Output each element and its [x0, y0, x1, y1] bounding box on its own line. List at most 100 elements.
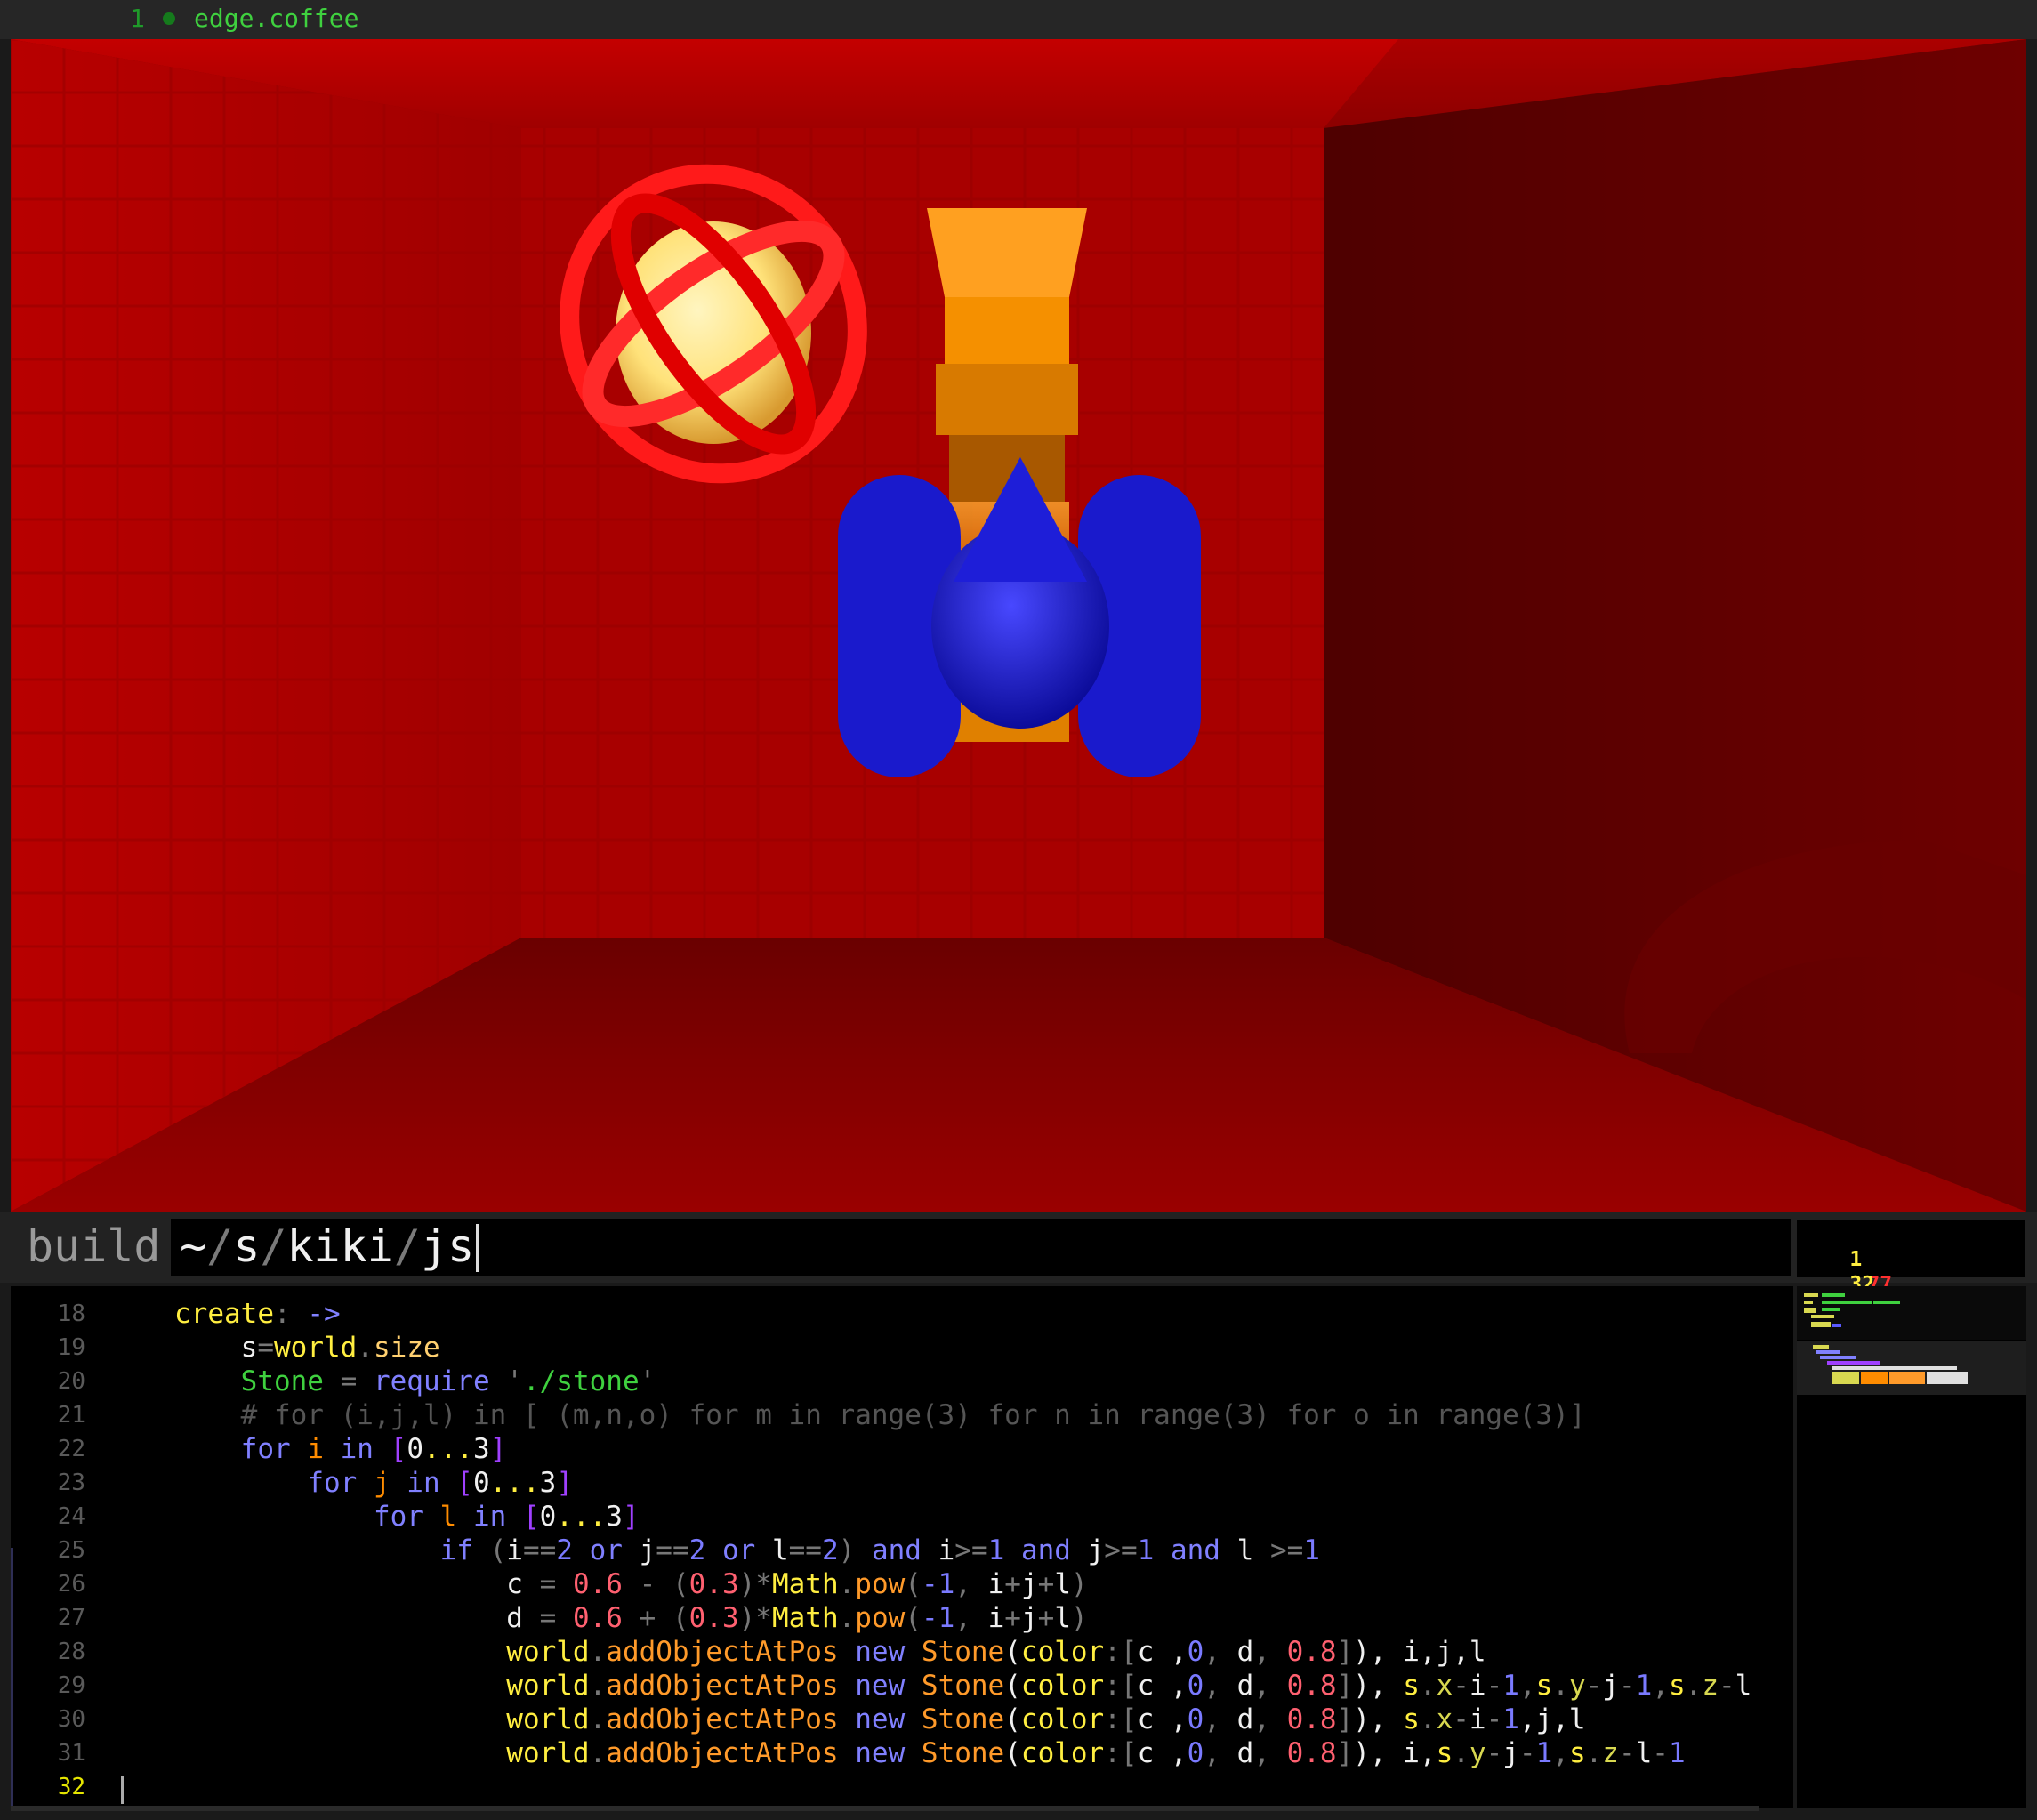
code-token: 0.6 — [572, 1602, 623, 1634]
code-token: : — [273, 1298, 308, 1330]
title-bar: 1 edge.coffee — [0, 0, 2037, 39]
line-code: world.addObjectAtPos new Stone(color:[c … — [174, 1669, 1751, 1703]
code-token: == — [656, 1534, 689, 1566]
line-number: 26 — [57, 1571, 85, 1598]
code-line[interactable]: 20 Stone = require './stone' — [11, 1365, 1793, 1398]
line-number: 30 — [57, 1706, 85, 1733]
code-line[interactable]: 30 world.addObjectAtPos new Stone(color:… — [11, 1703, 1793, 1736]
code-token: Stone — [921, 1636, 1005, 1668]
code-token: create — [174, 1298, 274, 1330]
code-token: ( — [905, 1602, 922, 1634]
line-code: world.addObjectAtPos new Stone(color:[c … — [174, 1635, 1486, 1669]
line-number: 21 — [57, 1402, 85, 1429]
code-token: + — [1037, 1568, 1055, 1600]
line-code: Stone = require './stone' — [174, 1365, 656, 1398]
path-segment: kiki — [286, 1220, 394, 1272]
code-line[interactable]: 27 d = 0.6 + (0.3)*Math.pow(-1, i+j+l) — [11, 1601, 1793, 1635]
line-number: 22 — [57, 1436, 85, 1462]
code-line[interactable]: 26 c = 0.6 - (0.3)*Math.pow(-1, i+j+l) — [11, 1567, 1793, 1601]
code-token: ), — [1353, 1703, 1404, 1735]
command-bar: build ~/s/kiki/js — [0, 1212, 2037, 1283]
code-token: 1 — [1635, 1670, 1653, 1702]
code-token: - — [1485, 1670, 1503, 1702]
code-token: - — [1585, 1670, 1603, 1702]
line-number: 25 — [57, 1537, 85, 1564]
code-token: c , — [1137, 1636, 1188, 1668]
code-token: ] — [489, 1433, 507, 1465]
code-token: in — [323, 1433, 390, 1465]
code-line[interactable]: 23 for j in [0...3] — [11, 1466, 1793, 1500]
code-line[interactable]: 25 if (i==2 or j==2 or l==2) and i>=1 an… — [11, 1534, 1793, 1567]
code-token: ( — [905, 1568, 922, 1600]
code-token: - — [1719, 1670, 1735, 1702]
horizontal-scrollbar[interactable] — [11, 1806, 1759, 1811]
code-token: ) — [738, 1602, 756, 1634]
code-token: new — [838, 1670, 922, 1702]
command-input[interactable]: ~/s/kiki/js — [171, 1219, 1791, 1276]
line-number: 24 — [57, 1503, 85, 1530]
code-token: 0.8 — [1286, 1636, 1337, 1668]
path-segment: s — [233, 1220, 261, 1272]
code-token: + — [1037, 1602, 1055, 1634]
code-token: for — [373, 1501, 440, 1533]
code-token: s — [1436, 1737, 1453, 1769]
code-token: = — [323, 1365, 374, 1397]
code-token: j — [1087, 1534, 1105, 1566]
code-line[interactable]: 18 create: -> — [11, 1297, 1793, 1331]
code-token: -> — [307, 1298, 341, 1330]
code-token: i, — [1403, 1737, 1437, 1769]
line-number: 18 — [57, 1301, 85, 1327]
code-token: == — [788, 1534, 822, 1566]
code-token: ' — [489, 1365, 523, 1397]
code-token: Math — [771, 1602, 839, 1634]
code-token: - — [1453, 1703, 1469, 1735]
line-number: 29 — [57, 1672, 85, 1699]
line-code: for l in [0...3] — [174, 1500, 640, 1534]
path-segment: ~ — [180, 1220, 207, 1272]
code-token: :[ — [1104, 1703, 1138, 1735]
code-token: i — [938, 1534, 955, 1566]
code-line[interactable]: 31 world.addObjectAtPos new Stone(color:… — [11, 1736, 1793, 1770]
code-line[interactable]: 22 for i in [0...3] — [11, 1432, 1793, 1466]
code-token: ) — [738, 1568, 756, 1600]
code-token: 1 — [987, 1534, 1005, 1566]
game-viewport[interactable] — [11, 39, 2026, 1212]
code-token: ( — [1004, 1636, 1021, 1668]
code-token: . — [1419, 1703, 1437, 1735]
file-tab[interactable]: edge.coffee — [194, 4, 358, 33]
code-token: 0 — [1187, 1670, 1204, 1702]
code-token: 0.3 — [688, 1568, 739, 1600]
minimap[interactable] — [1797, 1286, 2026, 1808]
code-token: i,j,l — [1403, 1636, 1486, 1668]
code-token: y — [1469, 1737, 1486, 1769]
code-token: ( — [1004, 1703, 1021, 1735]
code-token: color — [1020, 1703, 1105, 1735]
code-line[interactable]: 21 # for (i,j,l) in [ (m,n,o) for m in r… — [11, 1398, 1793, 1432]
path-segment: js — [420, 1220, 475, 1272]
code-token: , — [1253, 1670, 1287, 1702]
code-line[interactable]: 28 world.addObjectAtPos new Stone(color:… — [11, 1635, 1793, 1669]
code-token: >= — [1269, 1534, 1304, 1566]
code-token: pow — [855, 1568, 906, 1600]
line-number: 20 — [57, 1368, 85, 1395]
code-line[interactable]: 19 s=world.size — [11, 1331, 1793, 1365]
code-editor[interactable]: 18 create: -> 19 s=world.size 20 Stone = re… — [11, 1286, 1793, 1808]
code-token: c , — [1137, 1670, 1188, 1702]
code-token: 1 — [1137, 1534, 1155, 1566]
code-line[interactable]: 32 — [11, 1770, 1793, 1804]
code-token: 3 — [472, 1433, 490, 1465]
code-token: 0.3 — [688, 1602, 739, 1634]
line-code: world.addObjectAtPos new Stone(color:[c … — [174, 1736, 1685, 1770]
code-token: -1 — [921, 1568, 955, 1600]
code-token: j — [1602, 1670, 1619, 1702]
code-token: 0 — [1187, 1703, 1204, 1735]
code-line[interactable]: 29 world.addObjectAtPos new Stone(color:… — [11, 1669, 1793, 1703]
code-token: addObjectAtPos — [606, 1737, 839, 1769]
code-token: . — [838, 1568, 856, 1600]
code-token: Stone — [240, 1365, 324, 1397]
code-token: 2 — [556, 1534, 573, 1566]
code-token: in — [456, 1501, 523, 1533]
line-code: c = 0.6 - (0.3)*Math.pow(-1, i+j+l) — [174, 1567, 1087, 1601]
code-line[interactable]: 24 for l in [0...3] — [11, 1500, 1793, 1534]
code-token: j — [373, 1467, 390, 1499]
